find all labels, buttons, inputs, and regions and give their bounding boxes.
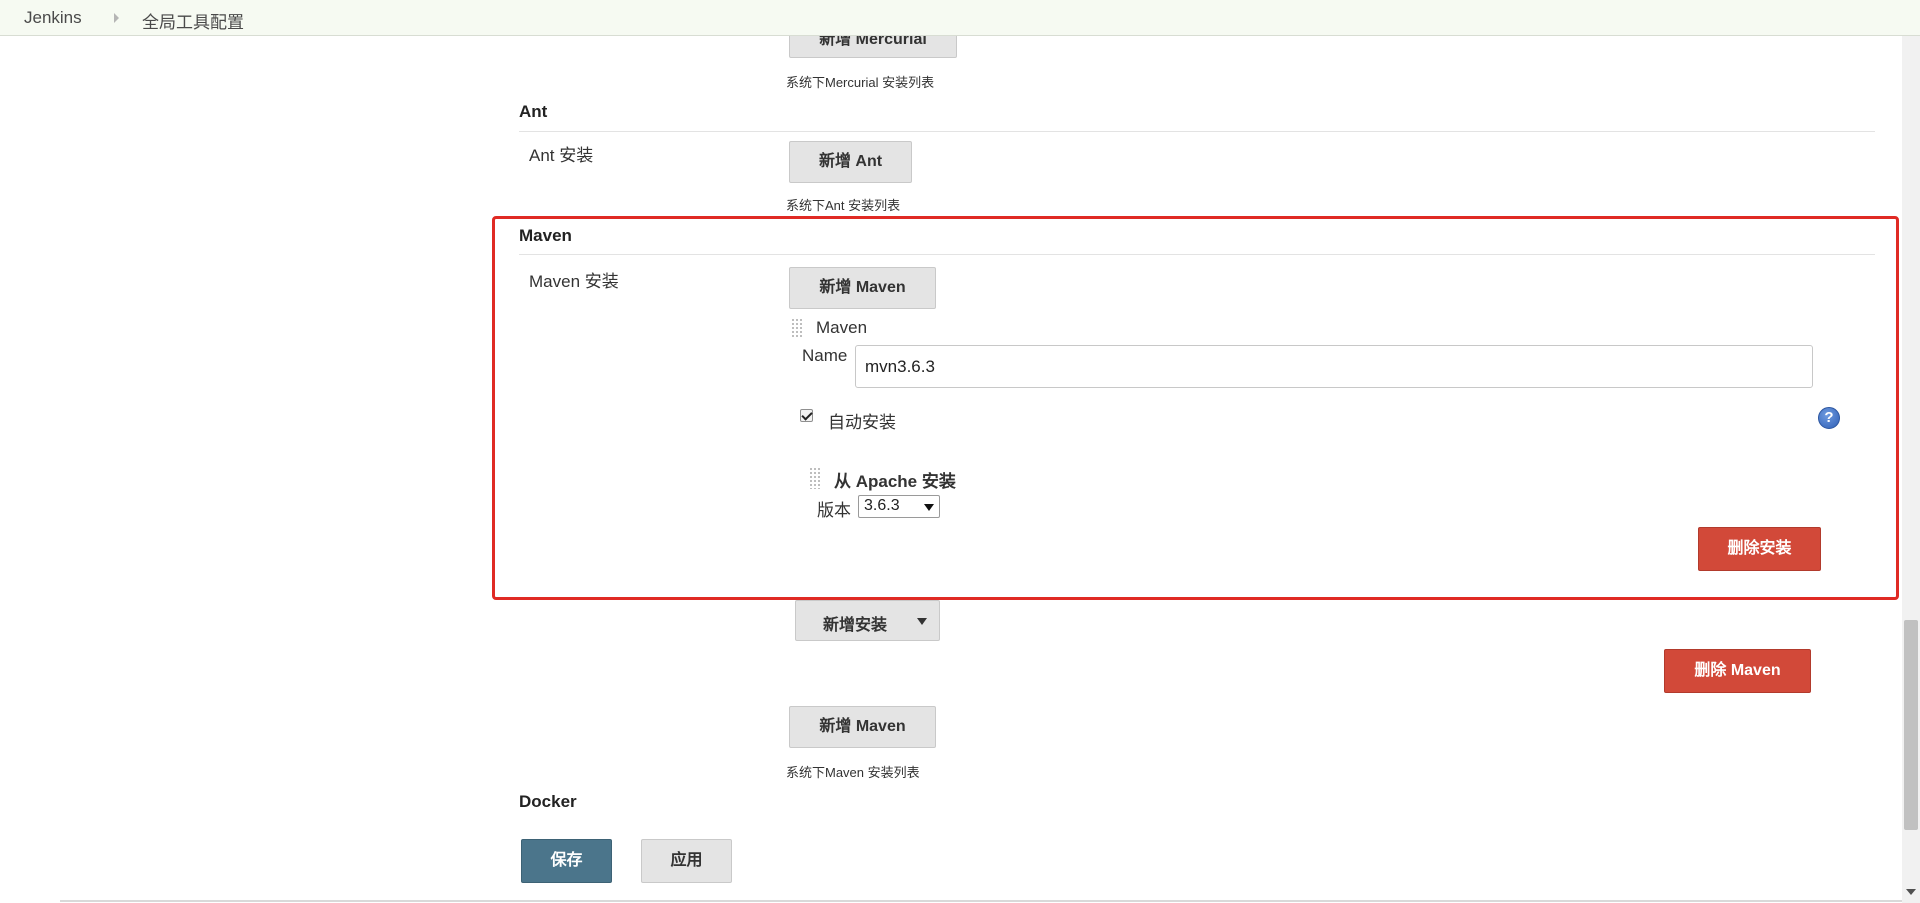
version-selected-value: 3.6.3	[864, 497, 900, 514]
maven-installation-header: Maven	[816, 318, 868, 337]
drag-handle-icon[interactable]	[791, 318, 803, 338]
ant-description: 系统下Ant 安装列表	[786, 198, 901, 213]
save-button[interactable]: 保存	[521, 839, 612, 883]
installer-title: 从 Apache 安装	[834, 472, 956, 491]
docker-section-title: Docker	[519, 792, 577, 811]
breadcrumb-chevron-icon	[114, 13, 119, 23]
installer-drag-handle-icon[interactable]	[809, 467, 821, 489]
delete-installer-button[interactable]: 删除安装	[1698, 527, 1821, 571]
add-maven-button-bottom[interactable]: 新增 Maven	[789, 706, 936, 748]
maven-name-input[interactable]	[855, 345, 1813, 388]
maven-section-divider	[519, 254, 1875, 255]
bottom-divider	[60, 900, 1902, 902]
ant-section-divider	[519, 131, 1875, 132]
add-installer-label: 新增安装	[823, 617, 888, 634]
auto-install-checkbox[interactable]	[800, 409, 813, 422]
ant-section-title: Ant	[519, 102, 548, 121]
page: Jenkins 全局工具配置 新增 Mercurial Jenkins 全局工具…	[0, 0, 1920, 903]
highlight-annotation	[492, 216, 1899, 600]
apply-button[interactable]: 应用	[641, 839, 732, 883]
scroll-down-arrow-icon[interactable]	[1906, 889, 1916, 895]
add-maven-button[interactable]: 新增 Maven	[789, 267, 936, 309]
breadcrumb-overlay: Jenkins 全局工具配置	[0, 0, 1920, 36]
dropdown-arrow-icon	[924, 504, 934, 511]
maven-install-label: Maven 安装	[529, 272, 619, 291]
mercurial-description: 系统下Mercurial 安装列表	[786, 75, 935, 90]
name-label: Name	[802, 346, 848, 365]
add-ant-button[interactable]: 新增 Ant	[789, 141, 912, 183]
scrollbar-thumb[interactable]	[1904, 620, 1918, 830]
caret-down-icon	[917, 618, 927, 625]
version-label: 版本	[817, 501, 851, 520]
ant-install-label: Ant 安装	[529, 146, 594, 165]
maven-section-title: Maven	[519, 226, 572, 245]
breadcrumb-jenkins[interactable]: Jenkins	[24, 8, 82, 28]
breadcrumb-global-tool-config[interactable]: 全局工具配置	[142, 8, 244, 33]
add-installer-dropdown[interactable]: 新增安装	[795, 600, 940, 641]
delete-maven-button[interactable]: 删除 Maven	[1664, 649, 1811, 693]
question-mark-icon[interactable]: ?	[1818, 407, 1840, 429]
version-select[interactable]: 3.6.3	[858, 495, 940, 518]
maven-description: 系统下Maven 安装列表	[786, 765, 920, 780]
auto-install-label: 自动安装	[828, 413, 896, 432]
